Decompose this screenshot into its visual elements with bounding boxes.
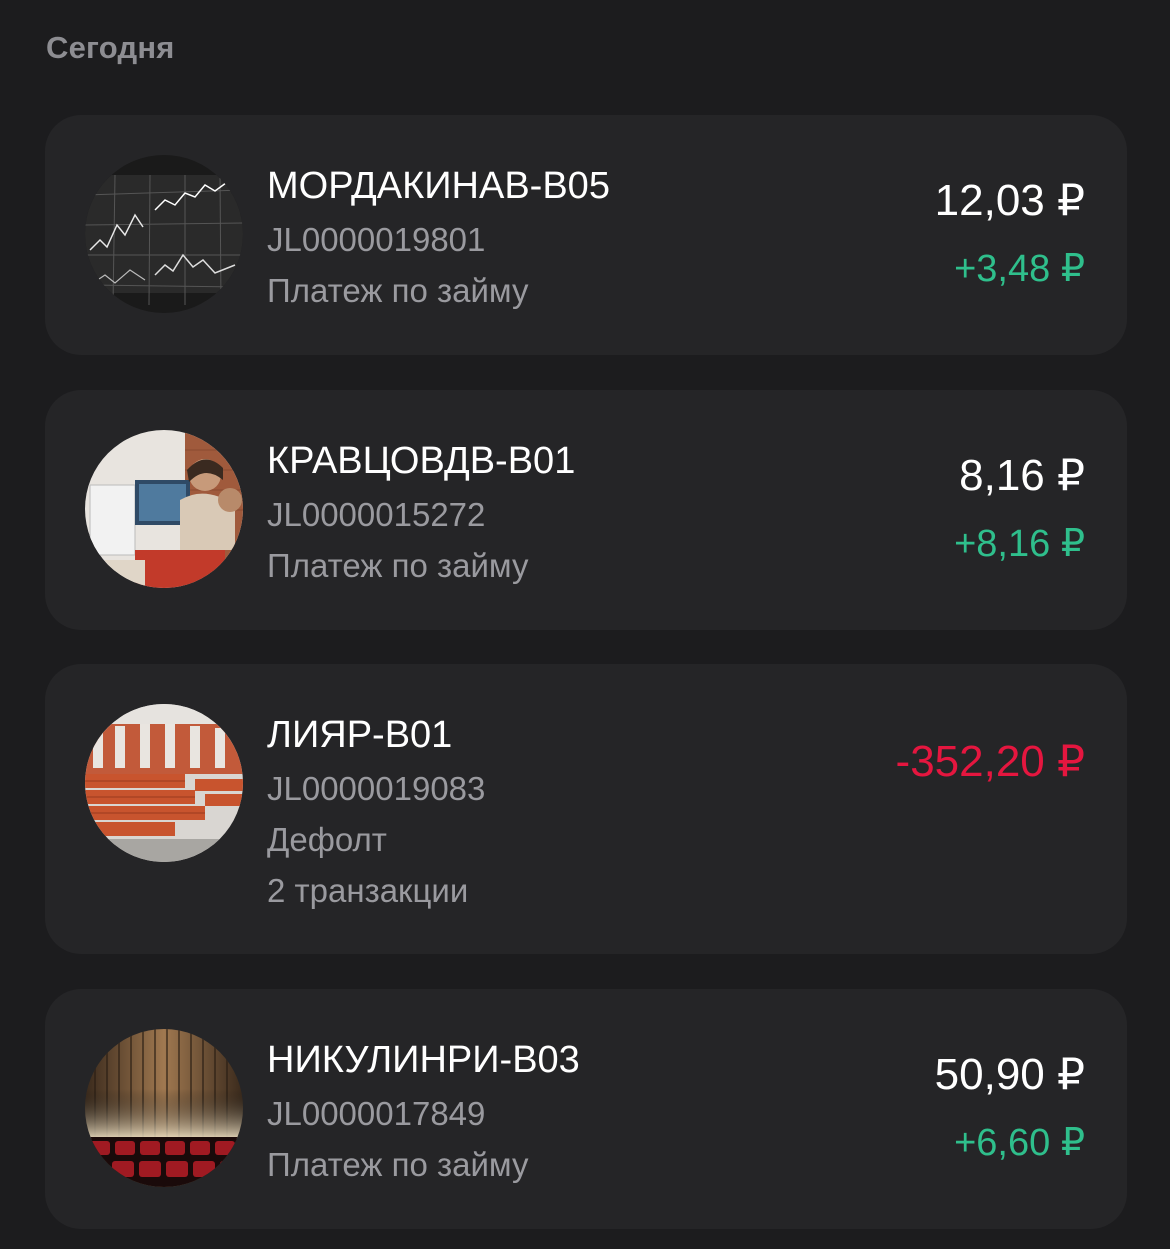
transaction-card[interactable]: ЛИЯР-В01 JL0000019083 Дефолт 2 транзакци… [45,664,1127,954]
transaction-name: НИКУЛИНРИ-В03 [267,1039,580,1081]
transaction-amount: 50,90 ₽ [934,1050,1085,1099]
transaction-type: Дефолт [267,821,387,858]
transaction-amount: -352,20 ₽ [895,737,1085,786]
transaction-card[interactable]: МОРДАКИНАВ-В05 JL0000019801 Платеж по за… [45,115,1127,355]
stock-chart-avatar [85,155,243,313]
transaction-id: JL0000019801 [267,221,486,258]
transaction-id: JL0000015272 [267,496,486,533]
theater-curtain-avatar [85,1029,243,1187]
transaction-id: JL0000017849 [267,1095,486,1132]
transaction-name: КРАВЦОВДВ-В01 [267,440,576,482]
transaction-type: Платеж по займу [267,547,529,584]
transaction-delta: +3,48 ₽ [954,248,1085,290]
transaction-count: 2 транзакции [267,872,469,909]
transaction-type: Платеж по займу [267,1146,529,1183]
transaction-delta: +6,60 ₽ [954,1122,1085,1164]
transaction-amount: 12,03 ₽ [934,176,1085,225]
transaction-name: ЛИЯР-В01 [267,714,453,756]
transaction-name: МОРДАКИНАВ-В05 [267,165,610,207]
transaction-card[interactable]: КРАВЦОВДВ-В01 JL0000015272 Платеж по зай… [45,390,1127,630]
section-title: Сегодня [46,30,175,65]
transaction-delta: +8,16 ₽ [954,523,1085,565]
warehouse-bricks-avatar [85,704,243,862]
transaction-card[interactable]: НИКУЛИНРИ-В03 JL0000017849 Платеж по зай… [45,989,1127,1229]
transaction-amount: 8,16 ₽ [959,451,1085,500]
transaction-type: Платеж по займу [267,272,529,309]
office-workers-avatar [85,430,243,588]
transaction-id: JL0000019083 [267,770,486,807]
